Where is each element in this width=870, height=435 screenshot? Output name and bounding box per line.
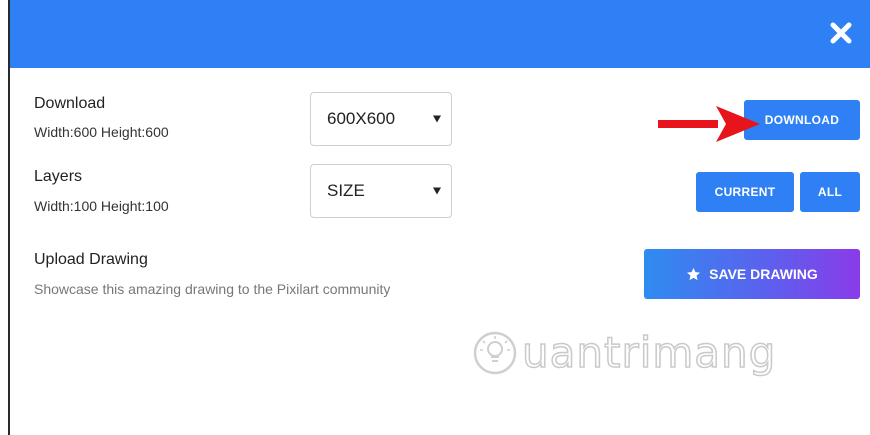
download-size-value: 600X600 <box>327 109 396 128</box>
watermark: uantrimang <box>472 327 777 378</box>
upload-description: Showcase this amazing drawing to the Pix… <box>34 281 391 297</box>
layers-title: Layers <box>34 168 83 185</box>
layers-size-text: Width:100 Height:100 <box>34 198 169 214</box>
download-title: Download <box>34 95 106 112</box>
layers-size-value: SIZE <box>327 181 365 200</box>
star-icon <box>687 267 701 280</box>
chevron-down-icon <box>433 187 441 195</box>
dialog-header <box>10 0 870 68</box>
close-x-icon <box>830 22 852 44</box>
save-drawing-button[interactable]: SAVE DRAWING <box>644 249 860 299</box>
watermark-text: uantrimang <box>521 327 777 378</box>
chevron-down-icon <box>433 115 441 123</box>
red-arrow-annotation-icon <box>658 106 760 142</box>
upload-title: Upload Drawing <box>34 251 148 268</box>
save-drawing-label: SAVE DRAWING <box>709 266 818 282</box>
download-size-select[interactable]: 600X600 <box>310 92 452 146</box>
download-size-text: Width:600 Height:600 <box>34 124 169 140</box>
layers-current-button[interactable]: CURRENT <box>696 172 794 212</box>
close-button[interactable] <box>826 18 856 48</box>
lightbulb-logo-icon <box>473 331 517 374</box>
layers-size-select[interactable]: SIZE <box>310 164 452 218</box>
layers-all-button[interactable]: ALL <box>800 172 860 212</box>
